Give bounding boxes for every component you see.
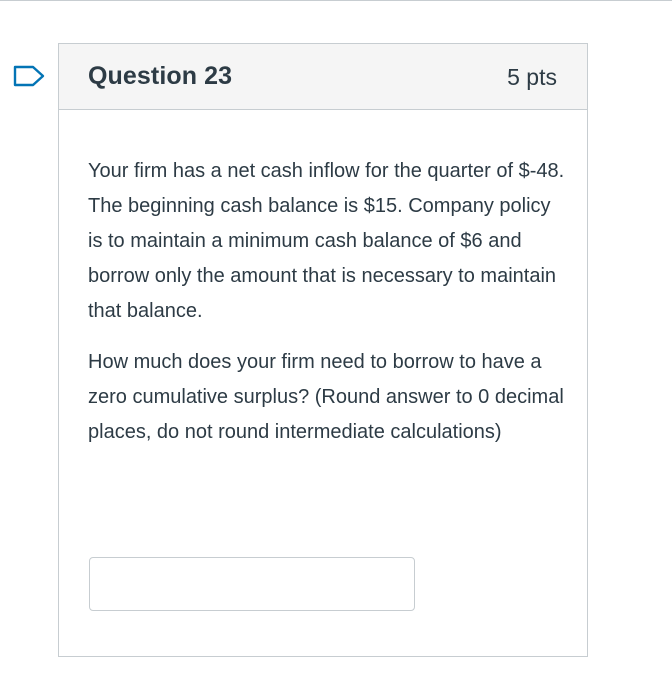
question-points: 5 pts bbox=[507, 64, 557, 90]
question-paragraph: How much does your firm need to borrow t… bbox=[88, 351, 564, 443]
flag-question-icon[interactable] bbox=[13, 65, 45, 87]
question-text: Your firm has a net cash inflow for the … bbox=[88, 154, 568, 450]
question-paragraph: Your firm has a net cash inflow for the … bbox=[88, 160, 565, 322]
top-divider bbox=[0, 0, 672, 1]
question-header: Question 23 5 pts bbox=[59, 44, 587, 110]
question-card: Question 23 5 pts Your firm has a net ca… bbox=[58, 43, 588, 657]
answer-input[interactable] bbox=[89, 557, 415, 611]
question-title: Question 23 bbox=[88, 62, 233, 90]
